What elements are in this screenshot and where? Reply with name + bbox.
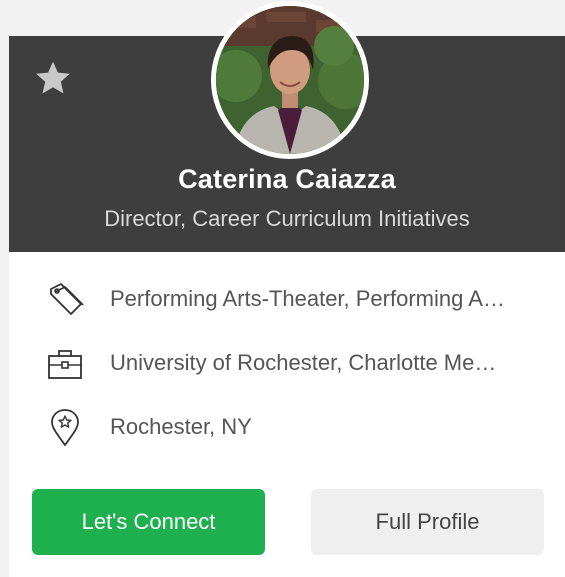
location-row: Rochester, NY	[9, 402, 565, 452]
organization-text: University of Rochester, Charlotte Me…	[110, 350, 497, 375]
map-pin-icon	[43, 408, 87, 448]
briefcase-icon	[43, 344, 87, 384]
interests-text: Performing Arts-Theater, Performing A…	[110, 286, 505, 311]
star-icon	[36, 61, 70, 94]
card-header: Caterina Caiazza Director, Career Curric…	[9, 1, 565, 252]
tag-icon	[43, 280, 87, 320]
profile-card: Caterina Caiazza Director, Career Curric…	[9, 1, 565, 577]
profile-title: Director, Career Curriculum Initiatives	[104, 206, 470, 231]
full-profile-button[interactable]: Full Profile	[311, 489, 544, 555]
page: Caterina Caiazza Director, Career Curric…	[0, 0, 565, 577]
favorite-button[interactable]	[31, 56, 75, 100]
interests-row: Performing Arts-Theater, Performing A…	[9, 274, 565, 324]
profile-name: Caterina Caiazza	[178, 164, 396, 194]
location-text: Rochester, NY	[110, 414, 252, 439]
organization-row: University of Rochester, Charlotte Me…	[9, 338, 565, 388]
avatar	[211, 1, 369, 159]
profile-photo	[216, 6, 364, 154]
lets-connect-button[interactable]: Let's Connect	[32, 489, 265, 555]
